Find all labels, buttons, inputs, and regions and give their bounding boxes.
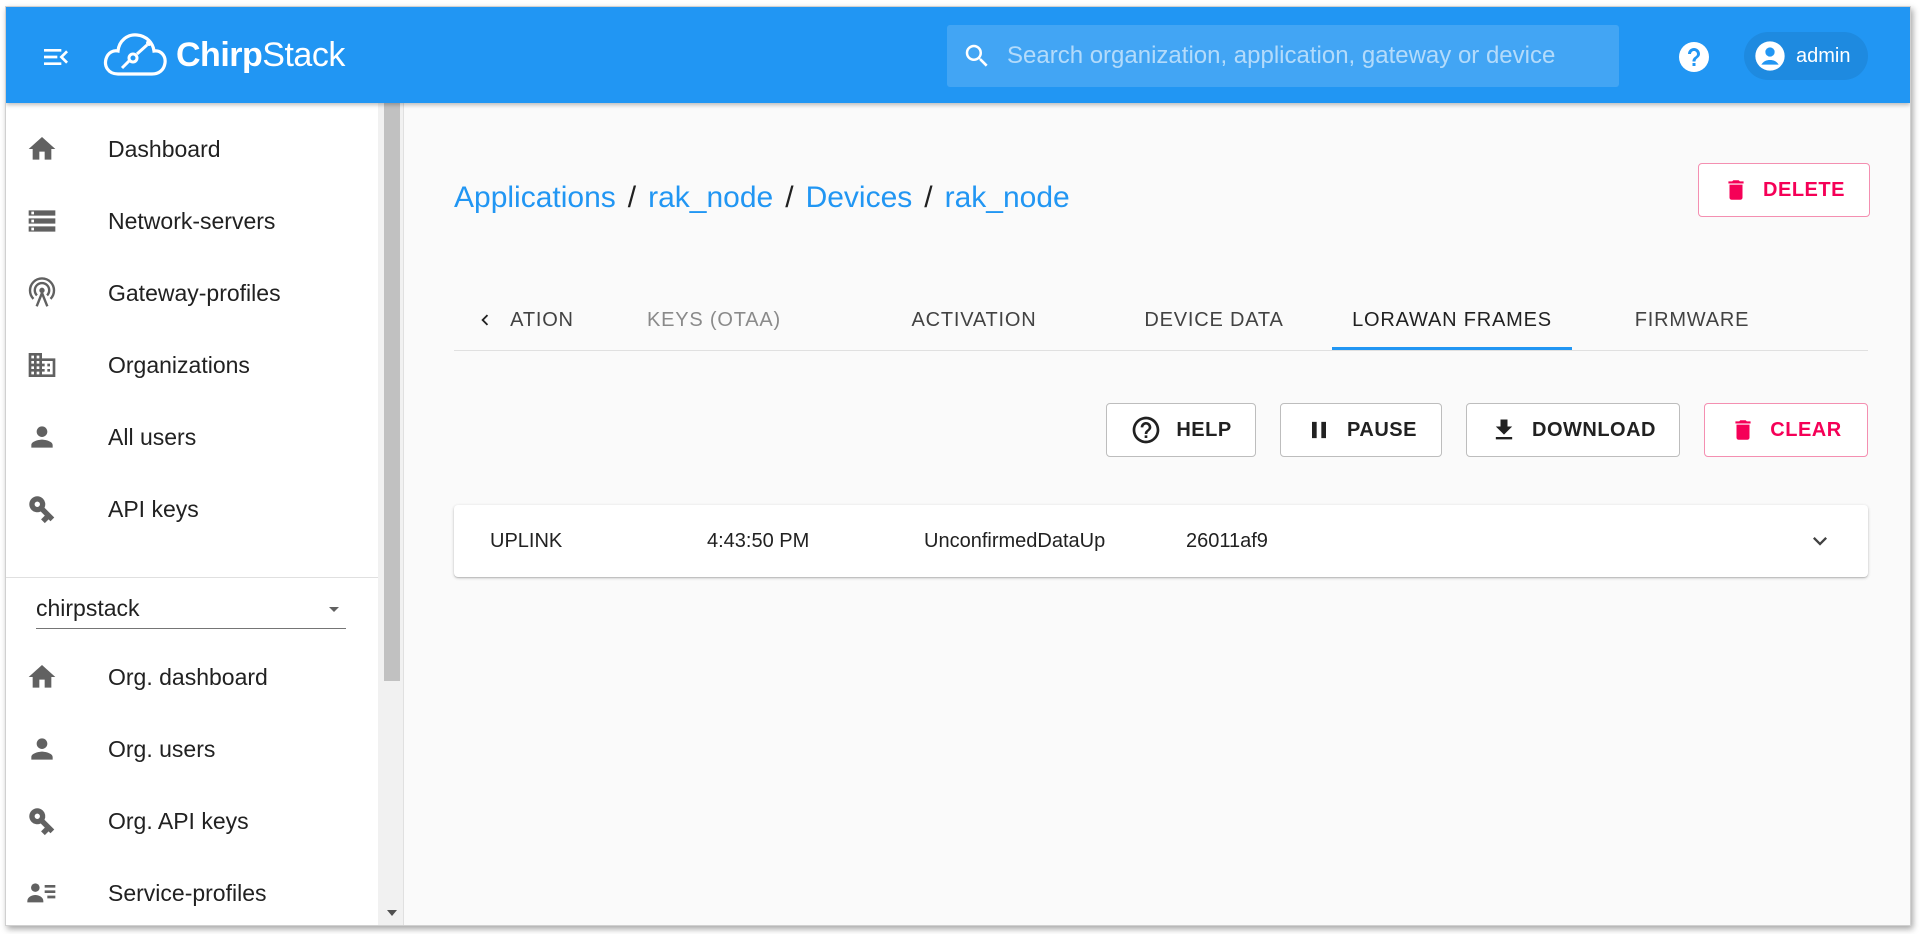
organization-nav: Org. dashboard Org. users Org. API keys … (6, 641, 378, 925)
device-tabs: ATION KEYS (OTAA) ACTIVATION DEVICE DATA… (454, 289, 1868, 351)
sidebar-divider (6, 577, 378, 578)
breadcrumb: Applications / rak_node / Devices / rak_… (454, 181, 1070, 215)
global-nav: Dashboard Network-servers Gateway-profil… (6, 113, 378, 545)
account-circle-icon (1755, 41, 1785, 71)
breadcrumb-devices[interactable]: Devices (806, 181, 913, 215)
server-icon (6, 205, 76, 237)
breadcrumb-device[interactable]: rak_node (945, 181, 1070, 215)
sidebar-item-label: Network-servers (108, 207, 276, 234)
sidebar: Dashboard Network-servers Gateway-profil… (6, 103, 404, 925)
tab-label: FIRMWARE (1634, 308, 1750, 331)
download-button-label: DOWNLOAD (1532, 418, 1656, 441)
profile-list-icon (6, 877, 76, 909)
pause-icon (1312, 421, 1327, 439)
frame-mtype: UnconfirmedDataUp (924, 529, 1106, 552)
tab-configuration[interactable]: ATION (454, 289, 594, 351)
sidebar-item-label: Gateway-profiles (108, 279, 281, 306)
antenna-icon (6, 277, 76, 309)
frame-dev-addr: 26011af9 (1186, 529, 1268, 552)
dropdown-arrow-icon (329, 606, 339, 612)
cloud-logo-icon (103, 33, 167, 76)
delete-button[interactable]: DELETE (1698, 163, 1870, 217)
sidebar-item-label: Dashboard (108, 135, 221, 162)
frame-direction: UPLINK (490, 529, 563, 552)
download-button[interactable]: DOWNLOAD (1466, 403, 1680, 457)
search-icon (947, 41, 1007, 71)
sidebar-item-label: Service-profiles (108, 879, 267, 906)
sidebar-item-all-users[interactable]: All users (6, 401, 378, 473)
breadcrumb-separator: / (785, 181, 794, 214)
help-icon[interactable] (1676, 39, 1712, 75)
breadcrumb-separator: / (627, 181, 637, 214)
sidebar-item-label: Org. users (108, 735, 216, 762)
pause-button-label: PAUSE (1347, 418, 1417, 441)
chevron-left-icon[interactable] (474, 309, 496, 331)
breadcrumb-applications[interactable]: Applications (454, 181, 616, 215)
sidebar-item-org-users[interactable]: Org. users (6, 713, 378, 785)
breadcrumb-application[interactable]: rak_node (648, 181, 773, 215)
sidebar-item-organizations[interactable]: Organizations (6, 329, 378, 401)
sidebar-item-org-dashboard[interactable]: Org. dashboard (6, 641, 378, 713)
breadcrumb-separator: / (924, 181, 933, 214)
username: admin (1796, 44, 1851, 67)
scrollbar-thumb[interactable] (384, 103, 400, 681)
user-menu-button[interactable]: admin (1744, 32, 1868, 80)
tab-label: KEYS (OTAA) (646, 308, 781, 331)
tab-label: ACTIVATION (911, 308, 1037, 331)
frame-row[interactable]: UPLINK 4:43:50 PM UnconfirmedDataUp 2601… (454, 505, 1868, 577)
tab-label: LORAWAN FRAMES (1352, 308, 1552, 331)
tab-lorawan-frames[interactable]: LORAWAN FRAMES (1332, 289, 1572, 351)
help-button-label: HELP (1176, 418, 1232, 441)
app-header: ChirpStack admin (6, 7, 1910, 103)
tab-firmware[interactable]: FIRMWARE (1572, 289, 1812, 351)
tab-device-data[interactable]: DEVICE DATA (1094, 289, 1334, 351)
search-bar[interactable] (947, 25, 1619, 87)
menu-collapse-icon (44, 49, 68, 65)
clear-button-label: CLEAR (1770, 418, 1842, 441)
tab-label: ATION (510, 308, 574, 331)
active-tab-indicator (1332, 347, 1572, 350)
sidebar-item-dashboard[interactable]: Dashboard (6, 113, 378, 185)
tab-label: DEVICE DATA (1144, 308, 1284, 331)
home-icon (6, 133, 76, 165)
sidebar-item-org-api-keys[interactable]: Org. API keys (6, 785, 378, 857)
tab-activation[interactable]: ACTIVATION (854, 289, 1094, 351)
scroll-down-arrow-icon[interactable] (384, 909, 400, 921)
sidebar-item-label: Org. dashboard (108, 663, 268, 690)
organization-select[interactable]: chirpstack (36, 589, 346, 629)
tab-keys-otaa[interactable]: KEYS (OTAA) (604, 289, 824, 351)
frame-time: 4:43:50 PM (707, 529, 810, 552)
trash-icon (1735, 420, 1751, 440)
sidebar-item-network-servers[interactable]: Network-servers (6, 185, 378, 257)
building-icon (6, 349, 76, 381)
sidebar-item-label: Org. API keys (108, 807, 249, 834)
chirpstack-logo[interactable]: ChirpStack (102, 25, 345, 85)
key-icon (6, 493, 76, 525)
sidebar-item-label: All users (108, 423, 197, 450)
user-icon (6, 733, 76, 765)
organization-select-value: chirpstack (36, 595, 140, 621)
help-button[interactable]: HELP (1106, 403, 1256, 457)
help-circle-icon (1132, 416, 1160, 444)
key-icon (6, 805, 76, 837)
user-icon (6, 421, 76, 453)
clear-button[interactable]: CLEAR (1704, 403, 1868, 457)
main-content: Applications / rak_node / Devices / rak_… (404, 103, 1910, 925)
download-icon (1495, 419, 1513, 440)
pause-button[interactable]: PAUSE (1280, 403, 1442, 457)
sidebar-scrollbar[interactable] (378, 103, 403, 925)
brand-name: ChirpStack (176, 35, 345, 74)
trash-icon (1728, 180, 1744, 200)
sidebar-item-api-keys[interactable]: API keys (6, 473, 378, 545)
home-icon (6, 661, 76, 693)
search-input[interactable] (1007, 42, 1607, 70)
chevron-down-icon[interactable] (1806, 527, 1834, 555)
sidebar-item-service-profiles[interactable]: Service-profiles (6, 857, 378, 925)
browser-viewport: ChirpStack admin Dashboard Network-serve… (5, 6, 1911, 926)
sidebar-item-label: API keys (108, 495, 199, 522)
delete-button-label: DELETE (1763, 178, 1845, 201)
sidebar-item-gateway-profiles[interactable]: Gateway-profiles (6, 257, 378, 329)
sidebar-item-label: Organizations (108, 351, 250, 378)
collapse-menu-button[interactable] (36, 37, 76, 77)
